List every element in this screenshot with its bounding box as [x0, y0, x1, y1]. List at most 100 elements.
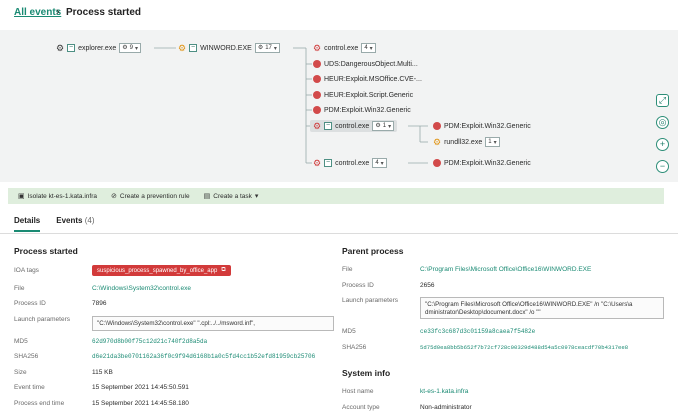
md5-label: MD5 [14, 338, 28, 345]
isolate-icon: ▣ [18, 193, 25, 200]
breadcrumb-all-events[interactable]: All events [14, 7, 61, 18]
chevron-down-icon: ▾ [273, 45, 277, 52]
tree-node-pdm-child1[interactable]: PDM:Exploit.Win32.Generic [433, 120, 531, 132]
threat-icon [433, 122, 441, 130]
host-name-value[interactable]: kt-es-1.kata.infra [420, 388, 468, 395]
children-count: 17 [265, 45, 272, 51]
launch-parameters-field[interactable]: "C:\Windows\System32\control.exe" ".cpl:… [92, 316, 334, 331]
parent-process-id-label: Process ID [342, 282, 374, 289]
fit-to-screen-icon[interactable]: ⤢ [656, 94, 669, 107]
tab-label: Details [14, 216, 41, 225]
process-end-time-label: Process end time [14, 400, 65, 407]
create-prevention-rule-button[interactable]: ⊘ Create a prevention rule [111, 192, 190, 201]
tab-events[interactable]: Events (4) [56, 216, 94, 232]
tab-label: Events [56, 216, 83, 225]
collapse-icon[interactable]: − [189, 44, 198, 52]
parent-md5-label: MD5 [342, 328, 356, 335]
ioa-tag-badge[interactable]: suspicious_process_spawned_by_office_app… [92, 265, 231, 276]
node-label: explorer.exe [78, 44, 117, 52]
sha256-value[interactable]: d6e21da3be0701162a36f0c9f94d6168b1a0c5fd… [92, 353, 315, 360]
tree-node-control-top[interactable]: ⚙ control.exe 4 ▾ [313, 42, 376, 54]
tab-count: (4) [84, 216, 95, 225]
parent-launch-parameters-field[interactable]: "C:\Program Files\Microsoft Office\Offic… [420, 297, 664, 319]
collapse-icon[interactable]: − [324, 122, 333, 130]
sha256-label: SHA256 [14, 353, 39, 360]
tree-node-rundll[interactable]: ⚙ rundll32.exe 1 ▾ [433, 136, 500, 148]
children-count-dropdown[interactable]: ⚙ 17 ▾ [254, 43, 280, 53]
md5-value[interactable]: 62d970d8b00f75c12d21c740f2d8a5da [92, 338, 207, 345]
tree-node-control-bottom[interactable]: ⚙ − control.exe 4 ▾ [313, 157, 387, 169]
node-label: HEUR:Exploit.Script.Generic [324, 91, 414, 99]
ioa-tag-text: suspicious_process_spawned_by_office_app [97, 267, 218, 274]
collapse-icon[interactable]: − [67, 44, 76, 52]
gear-icon: ⚙ [56, 42, 65, 53]
parent-launch-parameters-line1: "C:\Program Files\Microsoft Office\Offic… [425, 301, 633, 308]
file-label: File [14, 285, 25, 292]
node-label: UDS:DangerousObject.Multi... [324, 60, 418, 68]
tab-details[interactable]: Details [14, 216, 41, 232]
threat-icon [313, 106, 321, 114]
collapse-icon[interactable]: − [324, 159, 333, 167]
parent-sha256-value[interactable]: 5d75d0ea8bb5b652f7b72cf728c00329d488d54a… [420, 344, 628, 351]
zoom-out-icon[interactable]: − [656, 160, 669, 173]
tree-node-pdm-win32[interactable]: PDM:Exploit.Win32.Generic [313, 104, 411, 116]
children-count-dropdown[interactable]: 4 ▾ [372, 158, 387, 168]
parent-file-value[interactable]: C:\Program Files\Microsoft Office\Office… [420, 266, 591, 273]
process-tree: ⚙ − explorer.exe ⚙ 9 ▾ ⚙ − WINWORD.EXE ⚙… [0, 30, 678, 182]
chevron-down-icon: ▾ [254, 193, 259, 200]
process-id-label: Process ID [14, 300, 46, 307]
isolate-label: Isolate kt-es-1.kata.infra [27, 192, 97, 200]
account-type-label: Account type [342, 404, 380, 411]
parent-md5-value[interactable]: ce33fc3c687d3c01159a8caea7f5482e [420, 328, 535, 335]
tree-node-uds[interactable]: UDS:DangerousObject.Multi... [313, 58, 418, 70]
tree-node-control-selected[interactable]: ⚙ − control.exe ⚙ 1 ▾ [310, 120, 398, 132]
threat-icon [433, 159, 441, 167]
children-count: 1 [382, 123, 387, 129]
node-label: control.exe [335, 159, 370, 167]
event-time-value: 15 September 2021 14:45:50.591 [92, 384, 189, 391]
gear-icon: ⚙ [122, 44, 128, 51]
gear-icon: ⚙ [313, 42, 322, 53]
tree-node-heur-script[interactable]: HEUR:Exploit.Script.Generic [313, 89, 413, 101]
action-bar: ▣ Isolate kt-es-1.kata.infra ⊘ Create a … [8, 188, 664, 204]
children-count-dropdown[interactable]: ⚙ 9 ▾ [119, 43, 141, 53]
size-value: 115 KB [92, 369, 113, 376]
children-count: 4 [364, 45, 368, 51]
tree-node-heur-mso[interactable]: HEUR:Exploit.MSOffice.CVE-... [313, 73, 422, 85]
node-label: WINWORD.EXE [200, 44, 252, 52]
file-value[interactable]: C:\Windows\System32\control.exe [92, 285, 191, 292]
event-time-label: Event time [14, 384, 45, 391]
node-label: PDM:Exploit.Win32.Generic [324, 106, 411, 114]
center-icon[interactable]: ◎ [656, 116, 669, 129]
isolate-button[interactable]: ▣ Isolate kt-es-1.kata.infra [18, 192, 97, 201]
chevron-down-icon: ▾ [369, 45, 373, 52]
parent-file-label: File [342, 266, 353, 273]
task-icon: ▤ [203, 193, 211, 200]
parent-process-title: Parent process [342, 246, 404, 256]
node-label: rundll32.exe [444, 138, 483, 146]
tree-node-explorer[interactable]: ⚙ − explorer.exe ⚙ 9 ▾ [56, 42, 141, 54]
gear-icon: ⚙ [178, 42, 187, 53]
gear-icon: ⚙ [313, 120, 322, 131]
children-count-dropdown[interactable]: 1 ▾ [485, 137, 500, 147]
children-count-dropdown[interactable]: 4 ▾ [361, 43, 376, 53]
children-count-dropdown[interactable]: ⚙ 1 ▾ [372, 121, 395, 131]
breadcrumb-separator: › [56, 6, 60, 18]
node-label: PDM:Exploit.Win32.Generic [444, 159, 531, 167]
zoom-in-icon[interactable]: + [656, 138, 669, 151]
parent-sha256-label: SHA256 [342, 344, 367, 351]
create-task-button[interactable]: ▤ Create a task ▾ [203, 192, 259, 201]
launch-parameters-value: "C:\Windows\System32\control.exe" ".cpl:… [97, 320, 256, 327]
chevron-down-icon: ▾ [493, 139, 497, 146]
tree-node-winword[interactable]: ⚙ − WINWORD.EXE ⚙ 17 ▾ [178, 42, 280, 54]
host-name-label: Host name [342, 388, 374, 395]
chevron-down-icon: ▾ [134, 45, 138, 52]
tree-node-pdm-child2[interactable]: PDM:Exploit.Win32.Generic [433, 157, 531, 169]
tree-tools: ⤢ ◎ + − [656, 94, 670, 182]
node-label: PDM:Exploit.Win32.Generic [444, 122, 531, 130]
gear-icon: ⚙ [313, 157, 322, 168]
process-started-title: Process started [14, 246, 78, 256]
prevention-icon: ⊘ [111, 193, 117, 200]
children-count: 1 [488, 139, 492, 145]
parent-process-id-value: 2656 [420, 282, 435, 289]
